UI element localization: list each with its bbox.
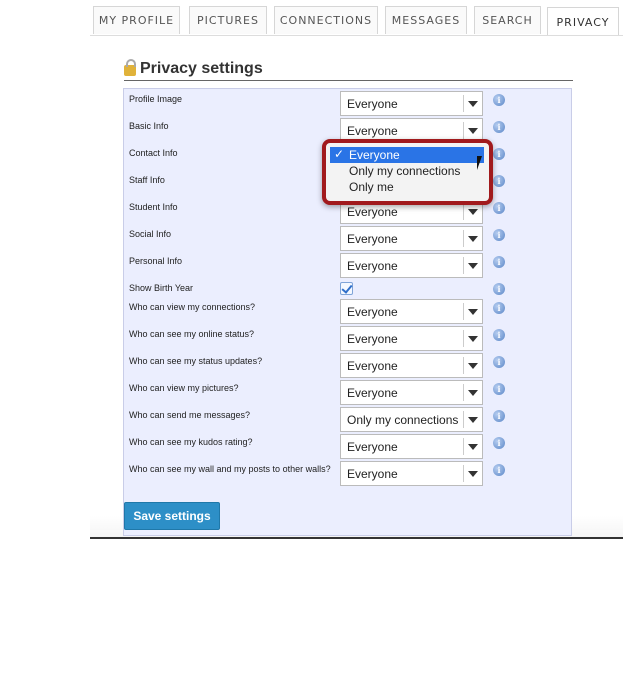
chevron-down-icon: [463, 257, 482, 274]
info-icon[interactable]: i: [493, 302, 505, 314]
dropdown-option-label: Only my connections: [349, 164, 461, 178]
select-wall-posts[interactable]: Everyone: [340, 461, 483, 486]
select-value: Everyone: [347, 96, 398, 111]
info-icon[interactable]: i: [493, 283, 505, 295]
tab-search[interactable]: SEARCH: [474, 6, 541, 34]
page-title-text: Privacy settings: [140, 60, 263, 77]
info-icon[interactable]: i: [493, 383, 505, 395]
label-wall-posts: Who can see my wall and my posts to othe…: [129, 464, 331, 474]
chevron-down-icon: [463, 203, 482, 220]
label-social-info: Social Info: [129, 229, 172, 239]
select-view-connections[interactable]: Everyone: [340, 299, 483, 324]
label-kudos-rating: Who can see my kudos rating?: [129, 437, 253, 447]
label-status-updates: Who can see my status updates?: [129, 356, 263, 366]
info-icon[interactable]: i: [493, 410, 505, 422]
label-contact-info: Contact Info: [129, 148, 178, 158]
select-value: Everyone: [347, 304, 398, 319]
dropdown-option-label: Everyone: [349, 148, 400, 162]
label-show-birth-year: Show Birth Year: [129, 283, 194, 293]
info-icon[interactable]: i: [493, 148, 505, 160]
show-birth-year-checkbox[interactable]: [340, 282, 353, 295]
dropdown-option-only-me[interactable]: Only me: [330, 179, 484, 195]
info-icon[interactable]: i: [493, 94, 505, 106]
select-value: Everyone: [347, 231, 398, 246]
chevron-down-icon: [463, 357, 482, 374]
label-student-info: Student Info: [129, 202, 178, 212]
select-value: Everyone: [347, 439, 398, 454]
select-send-messages[interactable]: Only my connections: [340, 407, 483, 432]
select-status-updates[interactable]: Everyone: [340, 353, 483, 378]
chevron-down-icon: [463, 230, 482, 247]
lock-icon: [124, 59, 136, 76]
page-bottom-border: [90, 537, 623, 539]
chevron-down-icon: [463, 95, 482, 112]
mouse-pointer-icon: [477, 156, 487, 170]
select-value: Everyone: [347, 331, 398, 346]
dropdown-option-only-my-connections[interactable]: Only my connections: [330, 163, 484, 179]
label-personal-info: Personal Info: [129, 256, 183, 266]
label-view-pictures: Who can view my pictures?: [129, 383, 239, 393]
title-divider: [124, 80, 573, 81]
label-profile-image: Profile Image: [129, 94, 183, 104]
info-icon[interactable]: i: [493, 356, 505, 368]
info-icon[interactable]: i: [493, 437, 505, 449]
label-online-status: Who can see my online status?: [129, 329, 255, 339]
select-kudos-rating[interactable]: Everyone: [340, 434, 483, 459]
page-title: Privacy settings: [124, 59, 263, 78]
select-value: Everyone: [347, 466, 398, 481]
label-send-messages: Who can send me messages?: [129, 410, 251, 420]
label-staff-info: Staff Info: [129, 175, 165, 185]
select-profile-image[interactable]: Everyone: [340, 91, 483, 116]
chevron-down-icon: [463, 122, 482, 139]
select-value: Everyone: [347, 258, 398, 273]
select-social-info[interactable]: Everyone: [340, 226, 483, 251]
label-basic-info: Basic Info: [129, 121, 169, 131]
select-online-status[interactable]: Everyone: [340, 326, 483, 351]
dropdown-option-everyone[interactable]: ✓ Everyone: [330, 147, 484, 163]
chevron-down-icon: [463, 411, 482, 428]
info-icon[interactable]: i: [493, 202, 505, 214]
save-settings-button[interactable]: Save settings: [124, 502, 220, 530]
chevron-down-icon: [463, 465, 482, 482]
dropdown-option-label: Only me: [349, 180, 394, 194]
info-icon[interactable]: i: [493, 464, 505, 476]
select-value: Everyone: [347, 385, 398, 400]
tab-privacy[interactable]: PRIVACY: [547, 7, 619, 36]
profile-tabs: MY PROFILE PICTURES CONNECTIONS MESSAGES…: [90, 0, 623, 36]
chevron-down-icon: [463, 384, 482, 401]
tab-divider: [90, 35, 623, 36]
chevron-down-icon: [463, 438, 482, 455]
tab-connections[interactable]: CONNECTIONS: [274, 6, 378, 34]
tab-messages[interactable]: MESSAGES: [385, 6, 467, 34]
info-icon[interactable]: i: [493, 329, 505, 341]
info-icon[interactable]: i: [493, 256, 505, 268]
chevron-down-icon: [463, 330, 482, 347]
select-value: Everyone: [347, 204, 398, 219]
chevron-down-icon: [463, 303, 482, 320]
select-value: Only my connections: [347, 412, 459, 427]
tab-pictures[interactable]: PICTURES: [189, 6, 267, 34]
select-value: Everyone: [347, 358, 398, 373]
select-personal-info[interactable]: Everyone: [340, 253, 483, 278]
tab-my-profile[interactable]: MY PROFILE: [93, 6, 180, 34]
select-view-pictures[interactable]: Everyone: [340, 380, 483, 405]
label-view-connections: Who can view my connections?: [129, 302, 256, 312]
info-icon[interactable]: i: [493, 121, 505, 133]
select-value: Everyone: [347, 123, 398, 138]
contact-info-dropdown-list: ✓ Everyone Only my connections Only me: [330, 147, 484, 195]
info-icon[interactable]: i: [493, 175, 505, 187]
info-icon[interactable]: i: [493, 229, 505, 241]
checkmark-icon: ✓: [334, 147, 345, 161]
